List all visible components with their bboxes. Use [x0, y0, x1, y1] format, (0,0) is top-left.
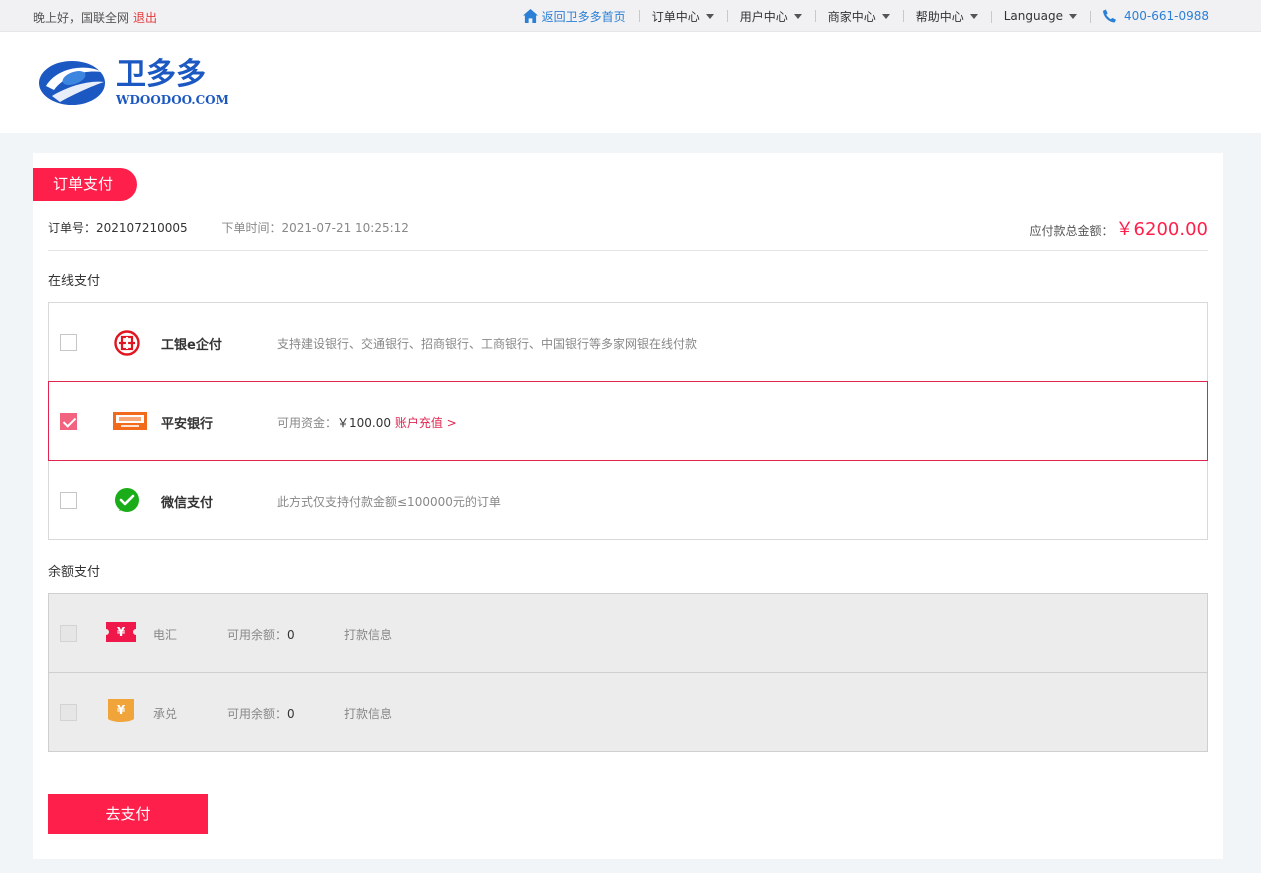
- order-number-label: 订单号：: [48, 221, 97, 235]
- wire-transfer-icon: ¥: [106, 622, 136, 642]
- header: 卫多多 WDOODOO.COM: [0, 32, 1261, 133]
- greeting: 晚上好，国联全网 退出: [33, 9, 157, 26]
- chevron-down-icon: [705, 13, 714, 19]
- order-time: 2021-07-21 10:25:12: [281, 221, 409, 235]
- greeting-text: 晚上好，国联全网: [33, 11, 130, 25]
- nav-orders[interactable]: 订单中心: [638, 8, 727, 25]
- payment-option-icbc[interactable]: 工银e企付 支持建设银行、交通银行、招商银行、工商银行、中国银行等多家网银在线付…: [48, 302, 1208, 382]
- go-pay-button[interactable]: 去支付: [48, 794, 208, 834]
- order-number: 202107210005: [96, 221, 188, 235]
- payment-name: 微信支付: [161, 496, 214, 511]
- nav-help-label: 帮助中心: [915, 9, 964, 24]
- phone-number-text: 400-661-0988: [1123, 9, 1209, 23]
- acceptance-icon: ¥: [108, 699, 134, 722]
- available-funds-label: 可用资金：: [277, 416, 338, 430]
- phone-number: 400-661-0988: [1089, 9, 1209, 23]
- home-link-label: 返回卫多多首页: [541, 9, 626, 24]
- nav-user-label: 用户中心: [739, 9, 788, 24]
- pingan-icon: [113, 412, 147, 430]
- balance-payment-label: 余额支付: [48, 565, 101, 580]
- nav-merchant[interactable]: 商家中心: [814, 8, 903, 25]
- phone-icon: [1102, 9, 1116, 23]
- total-label: 应付款总金额：: [1029, 224, 1114, 238]
- nav-language[interactable]: Language: [990, 9, 1090, 23]
- checkbox-disabled: [60, 704, 77, 721]
- checkbox[interactable]: [60, 334, 77, 351]
- divider: [48, 250, 1208, 251]
- payment-name: 平安银行: [161, 417, 214, 432]
- balance-payment-list: ¥ 电汇 可用余额：0 打款信息 ¥ 承兑 可用余额：0 打款信息: [48, 593, 1208, 752]
- top-nav: 返回卫多多首页 订单中心 用户中心 商家中心 帮助中心 Language 400…: [510, 0, 1209, 32]
- nav-help[interactable]: 帮助中心: [902, 8, 991, 25]
- balance-option-acceptance: ¥ 承兑 可用余额：0 打款信息: [48, 672, 1208, 752]
- balance-name: 电汇: [153, 628, 178, 642]
- balance-available-value: 0: [287, 628, 295, 642]
- chevron-down-icon: [1068, 13, 1077, 19]
- balance-available: 可用余额：0: [227, 626, 295, 643]
- recharge-link[interactable]: 账户充值 >: [395, 416, 457, 430]
- balance-available-label: 可用余额：: [227, 707, 288, 721]
- home-link[interactable]: 返回卫多多首页: [510, 8, 639, 25]
- total-value: ￥6200.00: [1115, 219, 1208, 240]
- chevron-down-icon: [969, 13, 978, 19]
- total-amount: 应付款总金额： ￥6200.00: [1030, 215, 1208, 241]
- chevron-down-icon: [793, 13, 802, 19]
- logout-link[interactable]: 退出: [133, 11, 157, 25]
- logo-name-cn: 卫多多: [116, 57, 206, 92]
- balance-available-value: 0: [287, 707, 295, 721]
- balance-available: 可用余额：0: [227, 705, 295, 722]
- icbc-icon: [114, 330, 140, 356]
- wechat-icon: [115, 488, 139, 512]
- home-icon: [522, 9, 538, 23]
- payment-name: 工银e企付: [161, 338, 222, 353]
- payment-desc: 此方式仅支持付款金额≤100000元的订单: [277, 495, 501, 509]
- payment-info-link[interactable]: 打款信息: [344, 626, 392, 643]
- payment-desc: 支持建设银行、交通银行、招商银行、工商银行、中国银行等多家网银在线付款: [277, 337, 698, 351]
- balance-name: 承兑: [153, 707, 178, 721]
- nav-user[interactable]: 用户中心: [726, 8, 815, 25]
- order-payment-card: 订单支付 订单号：202107210005 下单时间：2021-07-21 10…: [33, 153, 1223, 859]
- checkbox-checked[interactable]: [60, 413, 77, 430]
- logo-name-en: WDOODOO.COM: [115, 93, 228, 107]
- checkbox[interactable]: [60, 492, 77, 509]
- checkbox-disabled: [60, 625, 77, 642]
- online-payment-list: 工银e企付 支持建设银行、交通银行、招商银行、工商银行、中国银行等多家网银在线付…: [48, 302, 1208, 540]
- nav-language-label: Language: [1003, 9, 1063, 23]
- nav-merchant-label: 商家中心: [827, 9, 876, 24]
- balance-option-wire: ¥ 电汇 可用余额：0 打款信息: [48, 593, 1208, 673]
- page-title: 订单支付: [33, 168, 137, 201]
- payment-option-wechat[interactable]: 微信支付 此方式仅支持付款金额≤100000元的订单: [48, 460, 1208, 540]
- online-payment-label: 在线支付: [48, 274, 101, 289]
- balance-available-label: 可用余额：: [227, 628, 288, 642]
- available-funds-value: ￥100.00: [337, 416, 392, 430]
- order-time-label: 下单时间：: [221, 221, 282, 235]
- payment-info-link[interactable]: 打款信息: [344, 705, 392, 722]
- nav-orders-label: 订单中心: [651, 9, 700, 24]
- payment-option-pingan[interactable]: 平安银行 可用资金：￥100.00 账户充值 >: [48, 381, 1208, 461]
- top-bar: 晚上好，国联全网 退出 返回卫多多首页 订单中心 用户中心 商家中心 帮助中心 L…: [0, 0, 1261, 32]
- svg-text:¥: ¥: [117, 625, 126, 639]
- chevron-down-icon: [881, 13, 890, 19]
- svg-text:¥: ¥: [117, 703, 126, 717]
- logo[interactable]: 卫多多 WDOODOO.COM: [38, 56, 228, 110]
- payment-desc: 可用资金：￥100.00 账户充值 >: [277, 414, 457, 431]
- order-info: 订单号：202107210005 下单时间：2021-07-21 10:25:1…: [48, 219, 409, 236]
